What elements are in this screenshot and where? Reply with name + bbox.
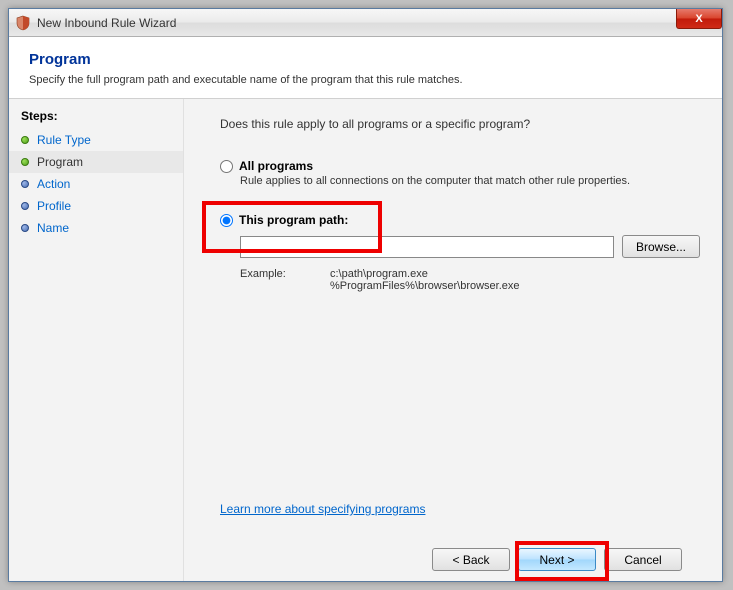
option-all-programs: All programs Rule applies to all connect… — [220, 159, 700, 187]
steps-title: Steps: — [9, 109, 183, 129]
step-bullet-icon — [21, 158, 29, 166]
content-pane: Does this rule apply to all programs or … — [184, 99, 722, 581]
step-action[interactable]: Action — [9, 173, 183, 195]
back-button[interactable]: < Back — [432, 548, 510, 571]
learn-more-link[interactable]: Learn more about specifying programs — [220, 502, 700, 516]
window-title: New Inbound Rule Wizard — [37, 16, 176, 30]
step-label: Name — [37, 221, 69, 235]
step-profile[interactable]: Profile — [9, 195, 183, 217]
step-name[interactable]: Name — [9, 217, 183, 239]
titlebar[interactable]: New Inbound Rule Wizard X — [9, 9, 722, 37]
option-this-program: This program path: Browse... Example: c:… — [220, 213, 700, 292]
step-bullet-icon — [21, 202, 29, 210]
firewall-shield-icon — [15, 15, 31, 31]
question-text: Does this rule apply to all programs or … — [220, 117, 700, 131]
footer-buttons: < Back Next > Cancel — [220, 536, 700, 571]
desc-all-programs: Rule applies to all connections on the c… — [240, 175, 700, 187]
radio-all-programs[interactable] — [220, 160, 233, 173]
step-bullet-icon — [21, 224, 29, 232]
page-subtitle: Specify the full program path and execut… — [29, 74, 702, 86]
label-this-program-path: This program path: — [239, 213, 348, 227]
close-button[interactable]: X — [676, 9, 722, 29]
browse-button[interactable]: Browse... — [622, 235, 700, 258]
close-icon: X — [695, 13, 702, 25]
steps-sidebar: Steps: Rule Type Program Action Profile … — [9, 99, 184, 581]
step-label: Rule Type — [37, 133, 91, 147]
step-bullet-icon — [21, 180, 29, 188]
step-program[interactable]: Program — [9, 151, 183, 173]
step-rule-type[interactable]: Rule Type — [9, 129, 183, 151]
step-bullet-icon — [21, 136, 29, 144]
header: Program Specify the full program path an… — [9, 37, 722, 99]
page-title: Program — [29, 51, 702, 68]
example-label: Example: — [240, 268, 330, 292]
cancel-button[interactable]: Cancel — [604, 548, 682, 571]
wizard-window: New Inbound Rule Wizard X Program Specif… — [8, 8, 723, 582]
step-label: Program — [37, 155, 83, 169]
example-text: c:\path\program.exe %ProgramFiles%\brows… — [330, 268, 520, 292]
label-all-programs: All programs — [239, 159, 313, 173]
radio-this-program-path[interactable] — [220, 214, 233, 227]
step-label: Profile — [37, 199, 71, 213]
next-button[interactable]: Next > — [518, 548, 596, 571]
program-path-input[interactable] — [240, 236, 614, 258]
step-label: Action — [37, 177, 70, 191]
